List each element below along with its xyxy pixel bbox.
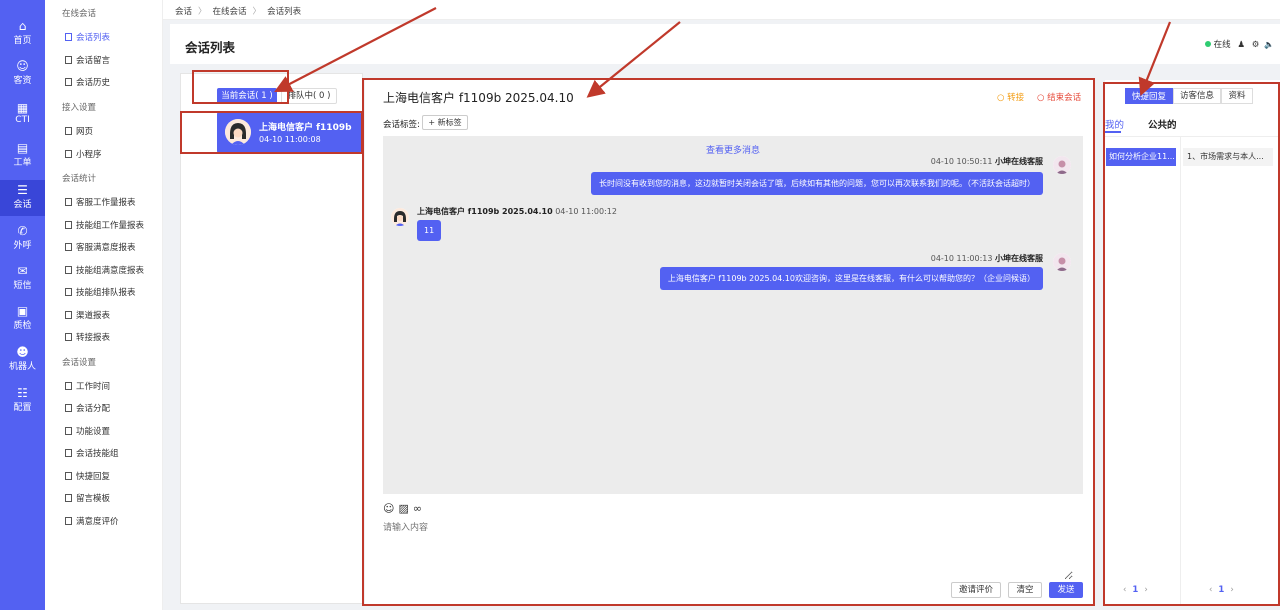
annotation-arrows [274,7,1172,98]
annotation-arrow [274,7,437,93]
annotation-arrow [1138,21,1172,97]
annotation-arrow [586,21,681,98]
app-root: ⌂ 首页 ☺ 客资 ▦ CTI ▤ 工单 ☰ 会话 ✆ 外呼 ✉ 短信 ▣ 质检 ☻ 机器人 ☷ 配… [0,0,1280,610]
